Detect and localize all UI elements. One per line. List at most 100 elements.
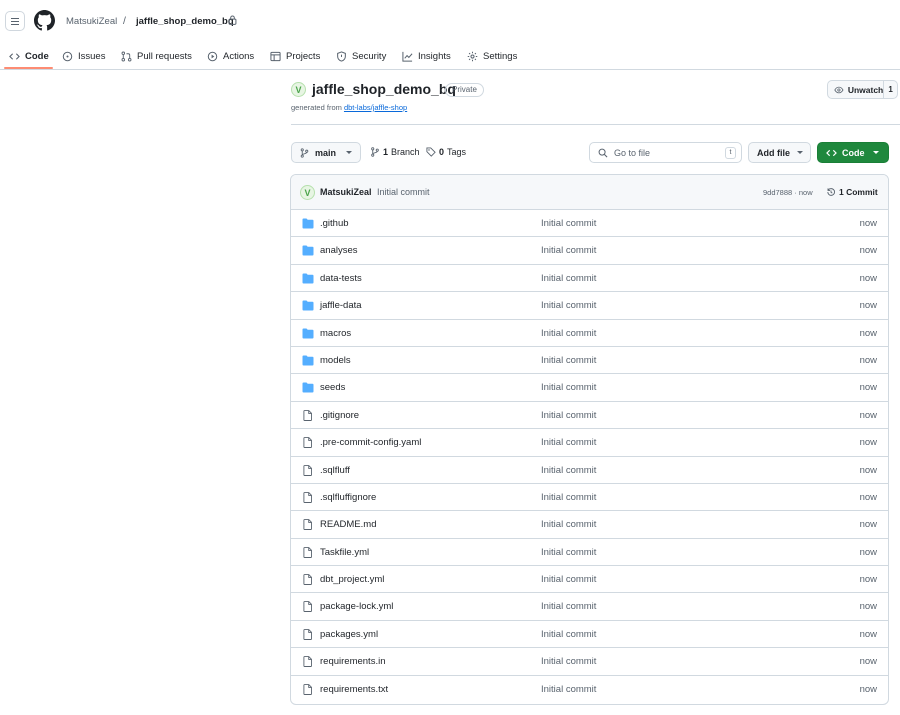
hamburger-menu-icon[interactable] bbox=[5, 11, 25, 31]
file-row[interactable]: macros Initial commit now bbox=[291, 320, 888, 347]
file-commit-message[interactable]: Initial commit bbox=[541, 300, 596, 311]
file-row[interactable]: analysesInitial commitnow bbox=[291, 237, 888, 264]
file-name[interactable]: .pre-commit-config.yaml bbox=[320, 437, 421, 448]
file-commit-message[interactable]: Initial commit bbox=[541, 410, 596, 421]
tab-insights[interactable]: Insights bbox=[402, 48, 451, 64]
file-name[interactable]: README.md bbox=[320, 519, 376, 530]
file-name[interactable]: Taskfile.yml bbox=[320, 547, 369, 558]
tab-code[interactable]: Code bbox=[9, 48, 49, 64]
watch-count[interactable]: 1 bbox=[883, 81, 897, 98]
code-icon bbox=[826, 148, 837, 158]
file-icon bbox=[302, 629, 314, 640]
file-name[interactable]: seeds bbox=[320, 382, 345, 393]
commit-hash[interactable]: 9dd7888 · now bbox=[763, 188, 813, 197]
file-name[interactable]: dbt_project.yml bbox=[320, 574, 384, 585]
file-row[interactable]: packages.ymlInitial commitnow bbox=[291, 621, 888, 648]
file-row[interactable]: .sqlfluffInitial commitnow bbox=[291, 457, 888, 484]
visibility-badge: Private bbox=[445, 83, 484, 97]
file-row[interactable]: jaffle-data Initial commit now bbox=[291, 292, 888, 319]
owner-link[interactable]: MatsukiZeal bbox=[66, 16, 117, 27]
file-commit-message[interactable]: Initial commit bbox=[541, 629, 596, 640]
file-commit-age: now bbox=[860, 300, 877, 311]
branch-count: 1 bbox=[383, 147, 388, 157]
file-name[interactable]: requirements.txt bbox=[320, 684, 388, 695]
file-name[interactable]: jaffle-data bbox=[320, 300, 362, 311]
file-commit-message[interactable]: Initial commit bbox=[541, 574, 596, 585]
file-name[interactable]: .sqlfluffignore bbox=[320, 492, 376, 503]
file-row[interactable]: requirements.inInitial commitnow bbox=[291, 648, 888, 675]
github-logo-icon[interactable] bbox=[34, 10, 55, 31]
file-commit-message[interactable]: Initial commit bbox=[541, 218, 596, 229]
chevron-down-icon bbox=[873, 151, 879, 154]
tags-link[interactable]: 0 Tags bbox=[426, 147, 466, 157]
file-row[interactable]: .github Initial commit now bbox=[291, 210, 888, 237]
history-icon bbox=[826, 187, 836, 197]
template-repo-link[interactable]: dbt-labs/jaffle-shop bbox=[344, 103, 407, 112]
repo-title[interactable]: jaffle_shop_demo_bq bbox=[312, 81, 456, 97]
file-name[interactable]: models bbox=[320, 355, 351, 366]
file-commit-age: now bbox=[860, 218, 877, 229]
file-commit-message[interactable]: Initial commit bbox=[541, 601, 596, 612]
commit-message[interactable]: Initial commit bbox=[377, 187, 430, 197]
file-icon bbox=[302, 519, 314, 530]
tab-code-label: Code bbox=[25, 51, 49, 62]
file-commit-message[interactable]: Initial commit bbox=[541, 519, 596, 530]
file-name[interactable]: requirements.in bbox=[320, 656, 385, 667]
file-commit-message[interactable]: Initial commit bbox=[541, 328, 596, 339]
folder-icon bbox=[302, 382, 314, 393]
commits-link[interactable]: 1 Commit bbox=[826, 187, 878, 197]
repo-link[interactable]: jaffle_shop_demo_bq bbox=[136, 16, 234, 27]
file-commit-message[interactable]: Initial commit bbox=[541, 245, 596, 256]
table-icon bbox=[270, 51, 281, 62]
tab-projects[interactable]: Projects bbox=[270, 48, 320, 64]
file-commit-message[interactable]: Initial commit bbox=[541, 547, 596, 558]
file-commit-message[interactable]: Initial commit bbox=[541, 273, 596, 284]
file-name[interactable]: macros bbox=[320, 328, 351, 339]
file-commit-message[interactable]: Initial commit bbox=[541, 492, 596, 503]
file-row[interactable]: data-testsInitial commitnow bbox=[291, 265, 888, 292]
code-button[interactable]: Code bbox=[817, 142, 889, 163]
file-row[interactable]: seedsInitial commitnow bbox=[291, 374, 888, 401]
tab-security[interactable]: Security bbox=[336, 48, 386, 64]
graph-icon bbox=[402, 51, 413, 62]
go-to-file-input[interactable]: Go to file t bbox=[589, 142, 742, 163]
go-to-file-placeholder: Go to file bbox=[614, 148, 650, 158]
file-row[interactable]: .gitignoreInitial commitnow bbox=[291, 402, 888, 429]
file-commit-age: now bbox=[860, 328, 877, 339]
lock-icon bbox=[228, 15, 237, 25]
file-name[interactable]: data-tests bbox=[320, 273, 362, 284]
file-name[interactable]: package-lock.yml bbox=[320, 601, 393, 612]
file-name[interactable]: .sqlfluff bbox=[320, 465, 350, 476]
file-name[interactable]: .github bbox=[320, 218, 349, 229]
tab-issues[interactable]: Issues bbox=[62, 48, 105, 64]
tab-settings[interactable]: Settings bbox=[467, 48, 517, 64]
file-row[interactable]: dbt_project.ymlInitial commitnow bbox=[291, 566, 888, 593]
file-name[interactable]: analyses bbox=[320, 245, 358, 256]
active-tab-indicator bbox=[4, 67, 53, 69]
add-file-label: Add file bbox=[757, 148, 790, 158]
file-commit-message[interactable]: Initial commit bbox=[541, 355, 596, 366]
branches-link[interactable]: 1 Branch bbox=[370, 147, 420, 157]
file-row[interactable]: README.mdInitial commitnow bbox=[291, 511, 888, 538]
file-name[interactable]: packages.yml bbox=[320, 629, 378, 640]
unwatch-button[interactable]: Unwatch 1 bbox=[827, 80, 898, 99]
file-row[interactable]: requirements.txtInitial commitnow bbox=[291, 676, 888, 703]
file-row[interactable]: .pre-commit-config.yamlInitial commitnow bbox=[291, 429, 888, 456]
file-name[interactable]: .gitignore bbox=[320, 410, 359, 421]
file-row[interactable]: .sqlfluffignoreInitial commitnow bbox=[291, 484, 888, 511]
tab-actions[interactable]: Actions bbox=[207, 48, 254, 64]
file-commit-message[interactable]: Initial commit bbox=[541, 437, 596, 448]
add-file-button[interactable]: Add file bbox=[748, 142, 811, 163]
branch-selector[interactable]: main bbox=[291, 142, 361, 163]
file-row[interactable]: package-lock.ymlInitial commitnow bbox=[291, 593, 888, 620]
file-commit-message[interactable]: Initial commit bbox=[541, 465, 596, 476]
file-commit-message[interactable]: Initial commit bbox=[541, 382, 596, 393]
file-browser: V MatsukiZeal Initial commit 9dd7888 · n… bbox=[290, 174, 889, 705]
file-row[interactable]: modelsInitial commitnow bbox=[291, 347, 888, 374]
commit-author[interactable]: MatsukiZeal bbox=[320, 187, 372, 197]
file-commit-message[interactable]: Initial commit bbox=[541, 684, 596, 695]
tab-pull-requests[interactable]: Pull requests bbox=[121, 48, 192, 64]
commit-author-avatar[interactable]: V bbox=[300, 185, 315, 200]
file-commit-message[interactable]: Initial commit bbox=[541, 656, 596, 667]
file-row[interactable]: Taskfile.ymlInitial commitnow bbox=[291, 539, 888, 566]
